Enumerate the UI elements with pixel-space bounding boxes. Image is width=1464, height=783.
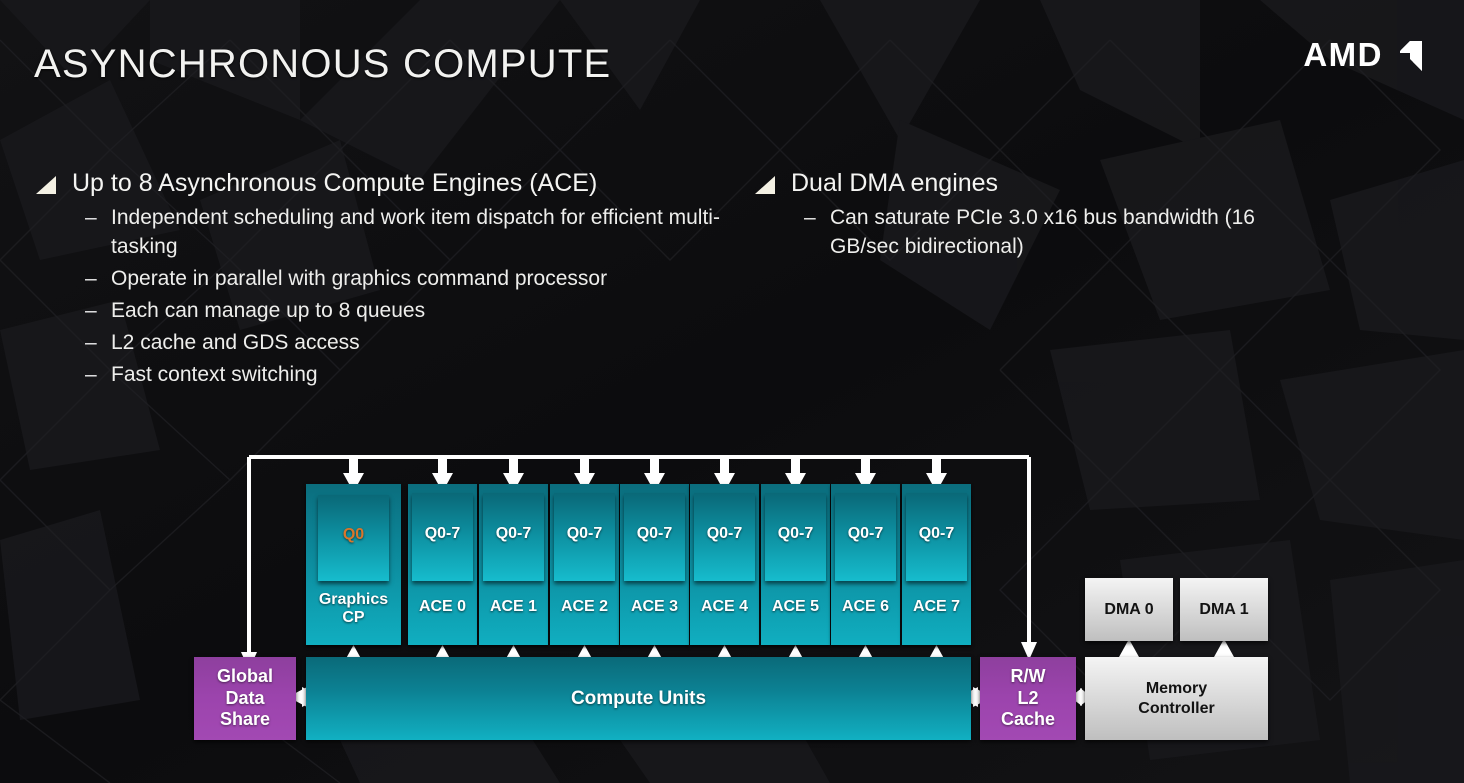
engine-block-ace-4[interactable]: Q0-7 ACE 4 (690, 484, 759, 645)
queue-box: Q0-7 (835, 493, 896, 581)
engine-block-ace-7[interactable]: Q0-7 ACE 7 (902, 484, 971, 645)
queue-box: Q0-7 (765, 493, 826, 581)
engine-label: ACE 4 (700, 598, 749, 615)
l2-cache-block[interactable]: R/W L2 Cache (980, 657, 1076, 740)
global-data-share-block[interactable]: Global Data Share (194, 657, 296, 740)
engine-block-ace-3[interactable]: Q0-7 ACE 3 (620, 484, 689, 645)
engine-label: ACE 2 (560, 598, 609, 615)
engine-block-ace-5[interactable]: Q0-7 ACE 5 (761, 484, 830, 645)
compute-units-block[interactable]: Compute Units (306, 657, 971, 740)
architecture-diagram: Q0 Graphics CP Q0-7 ACE 0 Q0-7 ACE 1 Q0-7… (0, 0, 1464, 783)
queue-box: Q0 (318, 495, 389, 581)
queue-label: Q0-7 (566, 525, 603, 542)
queue-label: Q0-7 (918, 525, 955, 542)
memory-controller-label: Memory Controller (1138, 679, 1215, 717)
engine-block-ace-0[interactable]: Q0-7 ACE 0 (408, 484, 477, 645)
engine-label: ACE 5 (771, 598, 820, 615)
dma-1-block[interactable]: DMA 1 (1180, 578, 1268, 641)
queue-box: Q0-7 (694, 493, 755, 581)
engine-block-ace-2[interactable]: Q0-7 ACE 2 (550, 484, 619, 645)
dma-0-label: DMA 0 (1104, 600, 1154, 618)
queue-label: Q0-7 (424, 525, 461, 542)
queue-label: Q0-7 (495, 525, 532, 542)
engine-label: ACE 7 (912, 598, 961, 615)
engine-label: ACE 3 (630, 598, 679, 615)
engine-label: ACE 0 (418, 598, 467, 615)
queue-box: Q0-7 (483, 493, 544, 581)
engine-label: Graphics CP (318, 591, 389, 627)
engine-label: ACE 1 (489, 598, 538, 615)
queue-box: Q0-7 (624, 493, 685, 581)
queue-box: Q0-7 (554, 493, 615, 581)
queue-label: Q0-7 (636, 525, 673, 542)
slide-root: ASYNCHRONOUS COMPUTE AMD Up to 8 Asynchr… (0, 0, 1464, 783)
dma-0-block[interactable]: DMA 0 (1085, 578, 1173, 641)
global-data-share-label: Global Data Share (216, 665, 273, 730)
engine-block-ace-6[interactable]: Q0-7 ACE 6 (831, 484, 900, 645)
queue-box: Q0-7 (906, 493, 967, 581)
l2-cache-label: R/W L2 Cache (1000, 665, 1056, 730)
queue-label: Q0-7 (706, 525, 743, 542)
queue-box: Q0-7 (412, 493, 473, 581)
queue-label: Q0-7 (847, 525, 884, 542)
queue-label: Q0-7 (777, 525, 814, 542)
memory-controller-block[interactable]: Memory Controller (1085, 657, 1268, 740)
engine-block-graphics-cp[interactable]: Q0 Graphics CP (306, 484, 401, 645)
dma-1-label: DMA 1 (1199, 600, 1249, 618)
compute-units-label: Compute Units (570, 687, 707, 709)
engine-label: ACE 6 (841, 598, 890, 615)
engine-block-ace-1[interactable]: Q0-7 ACE 1 (479, 484, 548, 645)
queue-label: Q0 (342, 526, 365, 543)
